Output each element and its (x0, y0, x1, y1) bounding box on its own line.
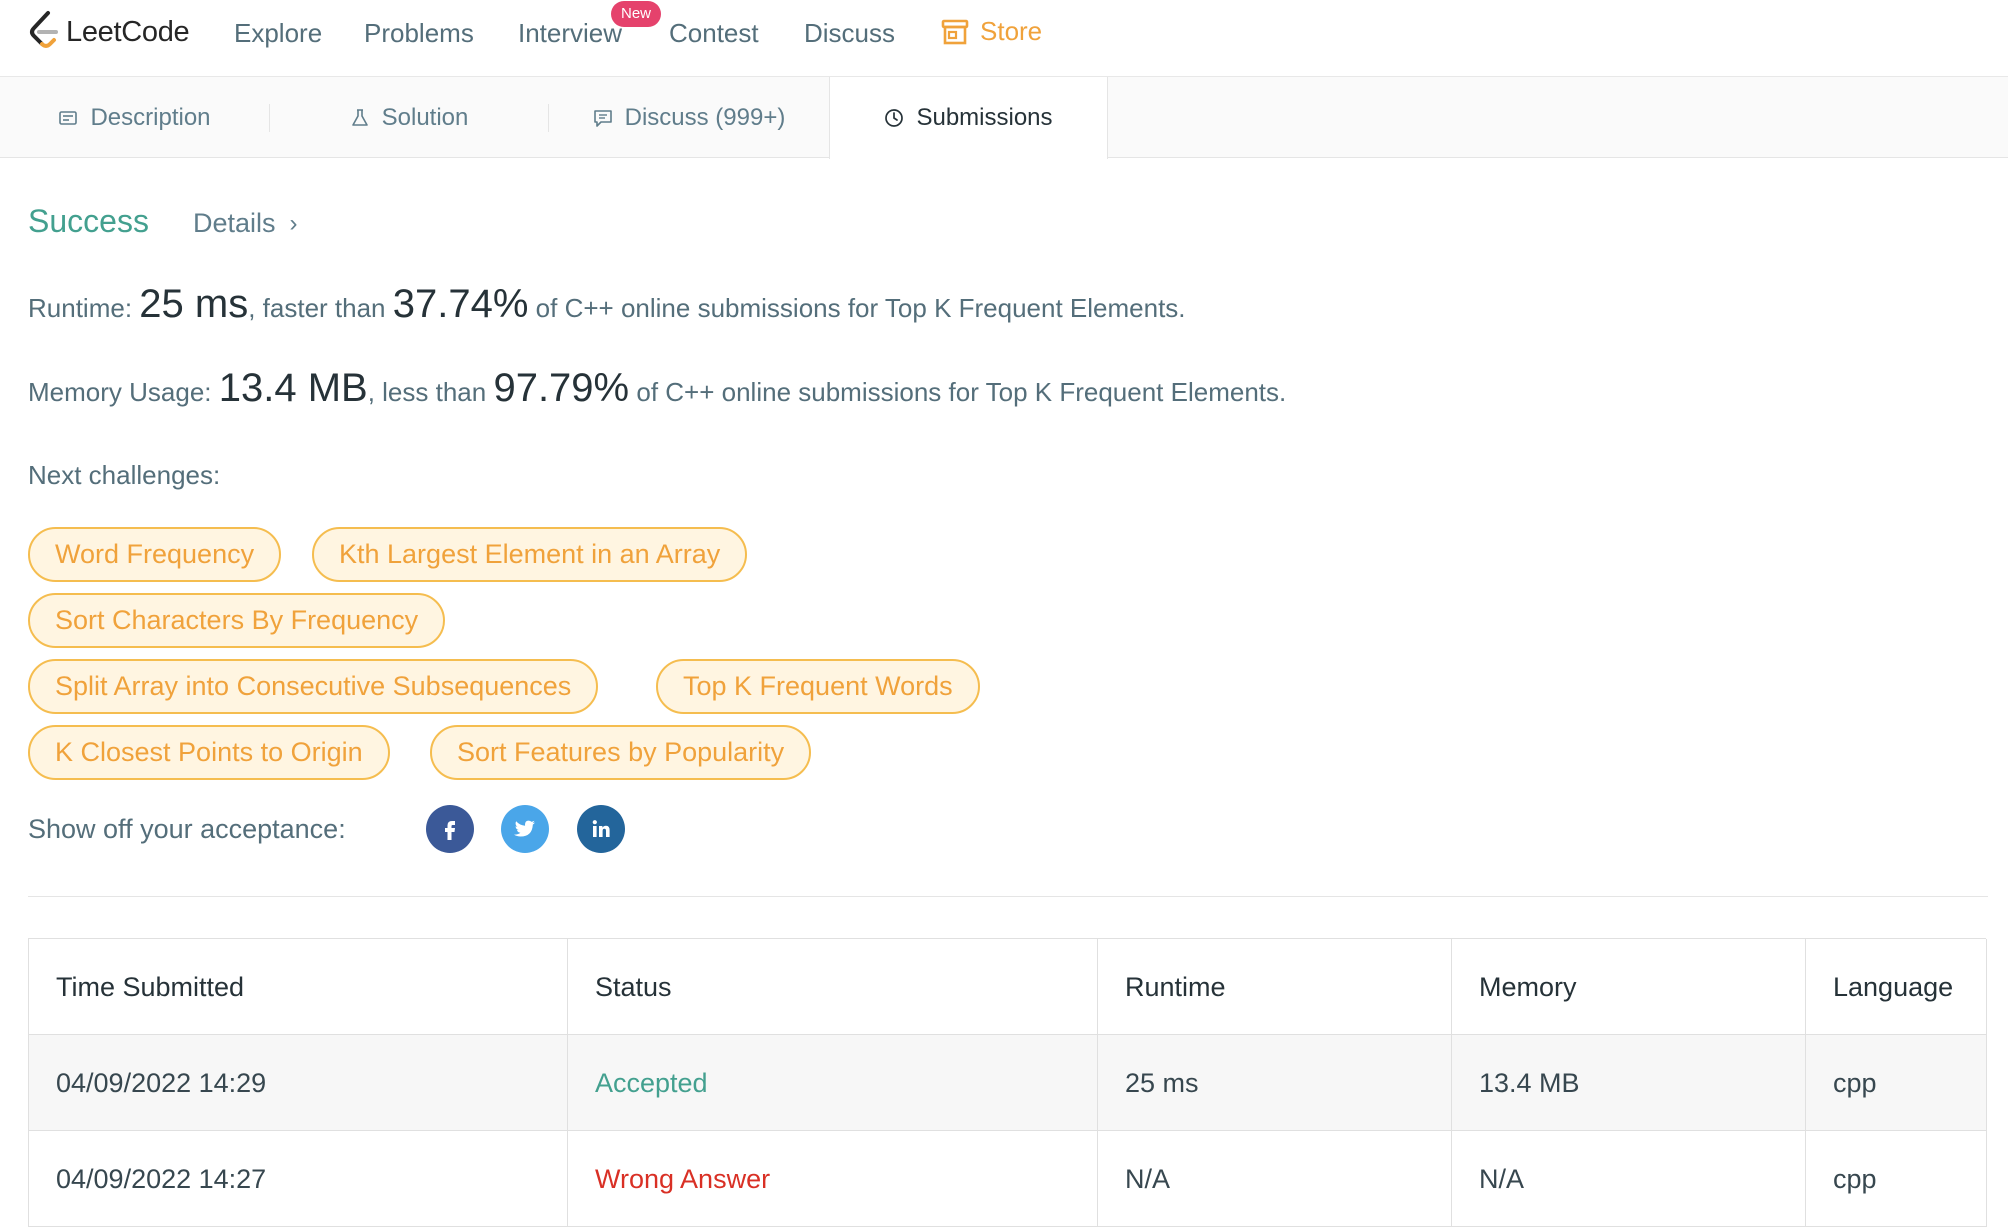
memory-stat: Memory Usage: 13.4 MB, less than 97.79% … (28, 366, 1286, 411)
new-badge: New (611, 1, 662, 27)
result-status: Success (28, 203, 149, 239)
flask-icon (351, 108, 368, 126)
challenge-chip[interactable]: Word Frequency (28, 527, 282, 582)
challenge-chip[interactable]: Kth Largest Element in an Array (312, 527, 748, 582)
leetcode-logo-icon (30, 11, 58, 48)
memory-mid: , less than (367, 377, 487, 407)
challenge-chip[interactable]: Sort Features by Popularity (430, 725, 812, 780)
table-row[interactable]: 04/09/2022 14:27 Wrong Answer N/A N/A cp… (29, 1131, 1987, 1227)
column-header: Time Submitted (29, 939, 568, 1035)
tab-description-label: Description (90, 103, 211, 131)
language-cell: cpp (1806, 1131, 1987, 1227)
facebook-icon (445, 821, 455, 840)
section-divider (28, 896, 1988, 897)
memory-cell: N/A (1452, 1131, 1806, 1227)
runtime-percent: 37.74% (392, 282, 529, 326)
tab-discuss-label: Discuss (999+) (624, 103, 786, 131)
top-navbar: LeetCode Explore Problems Interview New … (0, 0, 2008, 77)
linkedin-share-button[interactable] (577, 805, 625, 853)
store-icon (941, 19, 969, 44)
tab-discuss[interactable]: Discuss (999+) (549, 77, 829, 158)
runtime-cell: N/A (1098, 1131, 1452, 1227)
runtime-cell: 25 ms (1098, 1035, 1452, 1131)
runtime-stat: Runtime: 25 ms, faster than 37.74% of C+… (28, 282, 1186, 327)
memory-percent: 97.79% (493, 366, 630, 410)
time-submitted-cell: 04/09/2022 14:27 (29, 1131, 568, 1227)
runtime-prefix: Runtime: (28, 293, 133, 323)
facebook-share-button[interactable] (426, 805, 474, 853)
nav-explore[interactable]: Explore (234, 18, 322, 49)
logo-text: LeetCode (66, 15, 190, 48)
table-row[interactable]: 04/09/2022 14:29 Accepted 25 ms 13.4 MB … (29, 1035, 1987, 1131)
description-icon (59, 110, 78, 125)
challenge-chip[interactable]: Sort Characters By Frequency (28, 593, 446, 648)
nav-contest[interactable]: Contest (669, 18, 759, 49)
status-cell[interactable]: Accepted (568, 1035, 1098, 1131)
runtime-value: 25 ms (139, 282, 249, 326)
chevron-right-icon: › (289, 209, 298, 237)
status-cell[interactable]: Wrong Answer (568, 1131, 1098, 1227)
column-header: Language (1806, 939, 1987, 1035)
share-label: Show off your acceptance: (28, 814, 346, 844)
submissions-table: Time Submitted Status Runtime Memory Lan… (28, 938, 1987, 1227)
column-header: Memory (1452, 939, 1806, 1035)
twitter-icon (514, 820, 535, 837)
runtime-suffix: of C++ online submissions for Top K Freq… (535, 293, 1186, 323)
problem-tabbar: Description Solution Discuss (999+) Subm… (0, 77, 2008, 159)
time-submitted-cell: 04/09/2022 14:29 (29, 1035, 568, 1131)
comment-icon (593, 109, 612, 127)
column-header: Status (568, 939, 1098, 1035)
nav-discuss[interactable]: Discuss (804, 18, 895, 49)
twitter-share-button[interactable] (501, 805, 549, 853)
memory-suffix: of C++ online submissions for Top K Freq… (636, 377, 1287, 407)
tab-submissions[interactable]: Submissions (829, 77, 1108, 159)
clock-icon (885, 109, 904, 127)
challenge-chip[interactable]: Top K Frequent Words (656, 659, 980, 714)
table-header-row: Time Submitted Status Runtime Memory Lan… (29, 939, 1987, 1035)
tab-submissions-label: Submissions (916, 104, 1053, 131)
column-header: Runtime (1098, 939, 1452, 1035)
nav-problems[interactable]: Problems (364, 18, 474, 49)
challenge-chip[interactable]: K Closest Points to Origin (28, 725, 390, 780)
nav-store[interactable]: Store (940, 16, 1042, 47)
nav-store-label: Store (980, 16, 1043, 46)
challenge-chip[interactable]: Split Array into Consecutive Subsequence… (28, 659, 599, 714)
tab-solution-label: Solution (381, 103, 469, 131)
nav-interview[interactable]: Interview (518, 18, 622, 49)
memory-value: 13.4 MB (218, 366, 368, 410)
tab-description[interactable]: Description (0, 77, 269, 158)
details-label: Details (193, 208, 276, 238)
memory-prefix: Memory Usage: (28, 377, 212, 407)
next-challenges-label: Next challenges: (28, 460, 221, 490)
details-link[interactable]: Details › (193, 208, 298, 239)
logo[interactable]: LeetCode (26, 10, 190, 54)
runtime-mid: , faster than (248, 293, 386, 323)
memory-cell: 13.4 MB (1452, 1035, 1806, 1131)
language-cell: cpp (1806, 1035, 1987, 1131)
tab-solution[interactable]: Solution (270, 77, 548, 158)
linkedin-icon (592, 820, 610, 837)
